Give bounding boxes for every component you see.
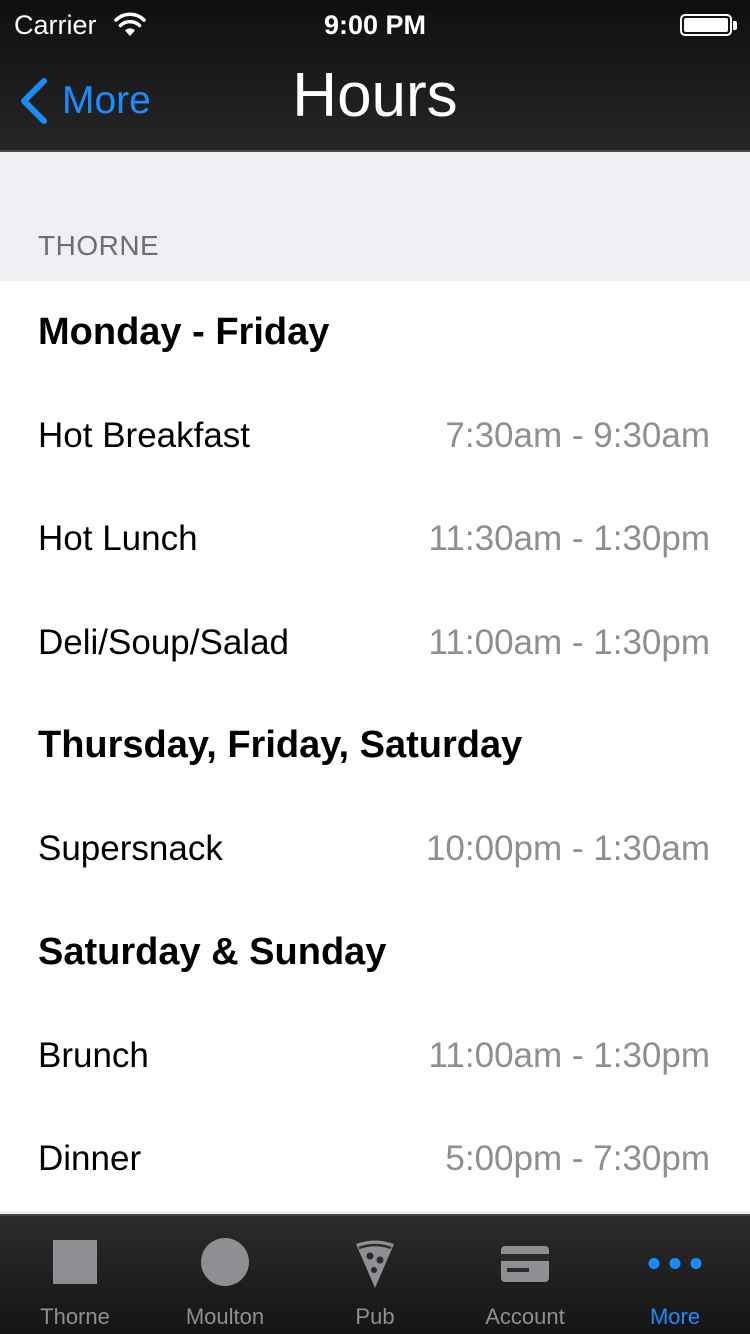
meal-row: Deli/Soup/Salad 11:00am - 1:30pm <box>0 591 750 694</box>
meal-name: Hot Breakfast <box>38 415 251 455</box>
day-group-header: Monday - Friday <box>0 281 750 384</box>
day-group-header: Thursday, Friday, Saturday <box>0 694 750 797</box>
meal-hours: 10:00pm - 1:30am <box>425 829 710 869</box>
meal-row: Brunch 11:00am - 1:30pm <box>0 1004 750 1107</box>
day-group-label: Monday - Friday <box>38 311 330 354</box>
screen: Carrier 9:00 PM More Hours THORNE Monday… <box>0 0 750 1334</box>
tab-label: Pub <box>355 1304 395 1329</box>
meal-hours: 11:00am - 1:30pm <box>428 1035 710 1075</box>
meal-row: Supersnack 10:00pm - 1:30am <box>0 797 750 900</box>
tab-moulton[interactable]: Moulton <box>150 1216 300 1334</box>
meal-hours: 11:30am - 1:30pm <box>428 519 710 559</box>
tab-label: Moulton <box>185 1304 265 1329</box>
meal-row: Hot Lunch 11:30am - 1:30pm <box>0 488 750 591</box>
meal-row: Hot Breakfast 7:30am - 9:30am <box>0 384 750 487</box>
meal-name: Dinner <box>38 1139 142 1179</box>
status-time: 9:00 PM <box>323 10 427 40</box>
more-dots-icon <box>648 1258 702 1269</box>
day-group-header: Saturday & Sunday <box>0 901 750 1004</box>
meal-name: Hot Lunch <box>38 519 198 559</box>
section-header: THORNE <box>38 230 160 261</box>
square-icon <box>53 1240 97 1284</box>
status-bar: Carrier 9:00 PM <box>0 0 750 48</box>
meal-name: Supersnack <box>38 829 223 869</box>
page-title: Hours <box>292 61 458 130</box>
tab-label: Thorne <box>40 1304 110 1329</box>
day-group-label: Saturday & Sunday <box>38 930 387 973</box>
battery-icon <box>680 14 737 36</box>
tab-more[interactable]: More <box>600 1216 750 1334</box>
tab-account[interactable]: Account <box>450 1216 600 1334</box>
tab-label: More <box>649 1304 701 1329</box>
tab-bar: Thorne Moulton Pub Account More <box>0 1214 750 1334</box>
tab-label: Account <box>485 1304 565 1329</box>
meal-row: Dinner 5:00pm - 7:30pm <box>0 1107 750 1210</box>
card-icon <box>501 1246 549 1282</box>
meal-hours: 7:30am - 9:30am <box>445 415 710 455</box>
tab-thorne[interactable]: Thorne <box>0 1216 150 1334</box>
pizza-icon <box>356 1240 394 1288</box>
hours-list: Monday - Friday Hot Breakfast 7:30am - 9:3… <box>0 281 750 1211</box>
tab-pub[interactable]: Pub <box>300 1216 450 1334</box>
circle-icon <box>201 1238 249 1286</box>
meal-hours: 5:00pm - 7:30pm <box>445 1139 710 1179</box>
meal-name: Deli/Soup/Salad <box>38 622 289 662</box>
meal-name: Brunch <box>38 1035 149 1075</box>
navigation-bar: Carrier 9:00 PM More Hours <box>0 0 750 152</box>
day-group-label: Thursday, Friday, Saturday <box>38 724 523 767</box>
meal-hours: 11:00am - 1:30pm <box>428 622 710 662</box>
